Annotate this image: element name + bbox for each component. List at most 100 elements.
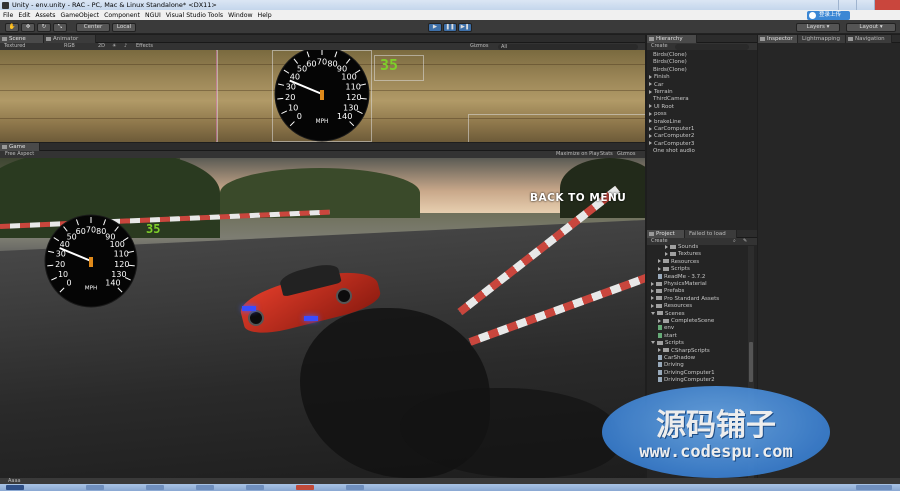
expand-arrow-icon[interactable] xyxy=(649,119,652,124)
expand-arrow-icon[interactable] xyxy=(649,89,652,94)
rotate-tool-icon[interactable]: ↻ xyxy=(37,23,51,32)
tab-scene[interactable]: Scene xyxy=(0,35,44,43)
menu-ngui[interactable]: NGUI xyxy=(145,12,161,19)
hierarchy-item[interactable]: One shot audio xyxy=(653,148,695,154)
expand-arrow-icon[interactable] xyxy=(658,348,661,353)
expand-arrow-icon[interactable] xyxy=(651,311,655,315)
project-item[interactable]: Resources xyxy=(651,303,692,309)
expand-arrow-icon[interactable] xyxy=(649,133,652,138)
expand-arrow-icon[interactable] xyxy=(649,104,652,109)
menu-edit[interactable]: Edit xyxy=(18,12,30,19)
menu-gameobject[interactable]: GameObject xyxy=(60,12,99,19)
menu-file[interactable]: File xyxy=(3,12,13,19)
filter-icon[interactable]: ✎ xyxy=(743,238,747,245)
expand-arrow-icon[interactable] xyxy=(651,281,654,286)
hand-tool-icon[interactable]: ✋ xyxy=(5,23,19,32)
hierarchy-item[interactable]: poss xyxy=(649,111,667,117)
menu-window[interactable]: Window xyxy=(228,12,252,19)
menu-visual-studio-tools[interactable]: Visual Studio Tools xyxy=(166,12,223,19)
project-item[interactable]: start xyxy=(658,332,677,339)
effects-dropdown[interactable]: Effects xyxy=(136,43,153,50)
back-to-menu-button[interactable]: BACK TO MENU xyxy=(530,192,626,204)
project-item[interactable]: Resources xyxy=(658,259,699,265)
hierarchy-item[interactable]: Finish xyxy=(649,74,670,80)
expand-arrow-icon[interactable] xyxy=(649,111,652,116)
lighting-toggle-icon[interactable]: ☀ xyxy=(112,43,116,50)
hierarchy-item[interactable]: CarComputer1 xyxy=(649,126,694,132)
taskbar-app[interactable] xyxy=(246,485,264,490)
scene-search-input[interactable]: All xyxy=(498,43,638,50)
hierarchy-create-dropdown[interactable]: Create xyxy=(651,43,668,50)
expand-arrow-icon[interactable] xyxy=(665,251,668,256)
project-item[interactable]: Driving xyxy=(658,362,684,368)
layers-dropdown[interactable]: Layers ▾ xyxy=(796,23,840,32)
hierarchy-item[interactable]: ThirdCamera xyxy=(653,96,689,102)
scale-tool-icon[interactable]: ⤡ xyxy=(53,23,67,32)
hierarchy-item[interactable]: Car xyxy=(649,82,663,88)
pause-button-icon[interactable]: ❚❚ xyxy=(443,23,457,32)
tab-inspector[interactable]: Inspector xyxy=(758,35,798,43)
project-item[interactable]: ReadMe - 3.7.2 xyxy=(658,273,705,280)
expand-arrow-icon[interactable] xyxy=(651,288,654,293)
maximize-button[interactable] xyxy=(856,0,874,10)
hierarchy-search-input[interactable] xyxy=(675,43,749,50)
project-item[interactable]: CompleteScene xyxy=(658,318,714,324)
taskbar-app[interactable] xyxy=(146,485,164,490)
project-item[interactable]: Pro Standard Assets xyxy=(651,296,719,302)
game-gizmos-dropdown[interactable]: Gizmos xyxy=(617,151,635,158)
hierarchy-item[interactable]: CarComputer3 xyxy=(649,141,694,147)
aspect-dropdown[interactable]: Free Aspect xyxy=(5,151,34,158)
project-item[interactable]: Scripts xyxy=(651,340,684,346)
project-item[interactable]: Scenes xyxy=(651,311,685,317)
project-item[interactable]: DrivingComputer1 xyxy=(658,369,715,376)
hierarchy-item[interactable]: Birds(Clone) xyxy=(653,52,687,58)
expand-arrow-icon[interactable] xyxy=(651,296,654,301)
menu-help[interactable]: Help xyxy=(258,12,272,19)
project-item[interactable]: CSharpScripts xyxy=(658,348,710,354)
project-item[interactable]: Sounds xyxy=(665,244,698,250)
expand-arrow-icon[interactable] xyxy=(651,341,655,345)
tab-lightmapping[interactable]: Lightmapping xyxy=(798,35,846,43)
close-button[interactable] xyxy=(874,0,900,10)
layout-dropdown[interactable]: Layout ▾ xyxy=(846,23,896,32)
expand-arrow-icon[interactable] xyxy=(649,82,652,87)
hierarchy-item[interactable]: Terrain xyxy=(649,89,673,95)
project-item[interactable]: CarShadow xyxy=(658,355,695,361)
project-item[interactable]: Textures xyxy=(665,251,701,257)
login-upload-button[interactable]: 登录上传 xyxy=(806,11,850,20)
hierarchy-item[interactable]: UI Root xyxy=(649,104,674,110)
expand-arrow-icon[interactable] xyxy=(658,318,661,323)
project-item[interactable]: DrivingComputer2 xyxy=(658,377,715,383)
pivot-center-toggle[interactable]: Center xyxy=(76,23,110,32)
tab-project[interactable]: Project xyxy=(647,230,685,238)
expand-arrow-icon[interactable] xyxy=(658,266,661,271)
taskbar-app[interactable] xyxy=(86,485,104,490)
pivot-local-toggle[interactable]: Local xyxy=(112,23,136,32)
expand-arrow-icon[interactable] xyxy=(649,126,652,131)
menu-component[interactable]: Component xyxy=(104,12,140,19)
move-tool-icon[interactable]: ✥ xyxy=(21,23,35,32)
tab-failed-to-load[interactable]: Failed to load xyxy=(685,230,737,238)
audio-toggle-icon[interactable]: ♪ xyxy=(124,43,127,50)
expand-arrow-icon[interactable] xyxy=(658,259,661,264)
gizmos-dropdown[interactable]: Gizmos xyxy=(470,43,488,50)
tab-hierarchy[interactable]: Hierarchy xyxy=(647,35,697,43)
taskbar-app[interactable] xyxy=(296,485,314,490)
project-item[interactable]: env xyxy=(658,325,674,331)
project-item[interactable]: Scripts xyxy=(658,266,690,272)
tab-animator[interactable]: Animator xyxy=(44,35,96,43)
hierarchy-item[interactable]: Birds(Clone) xyxy=(653,59,687,65)
shading-mode-dropdown[interactable]: Textured xyxy=(4,43,25,50)
expand-arrow-icon[interactable] xyxy=(665,244,668,249)
hierarchy-item[interactable]: brakeLine xyxy=(649,119,681,125)
rgb-dropdown[interactable]: RGB xyxy=(64,43,75,50)
tab-navigation[interactable]: Navigation xyxy=(846,35,892,43)
expand-arrow-icon[interactable] xyxy=(651,303,654,308)
stats-toggle[interactable]: Stats xyxy=(600,151,613,158)
play-button-icon[interactable]: ▶ xyxy=(428,23,442,32)
hierarchy-item[interactable]: Birds(Clone) xyxy=(653,67,687,73)
search-icon[interactable]: ⌕ xyxy=(733,238,736,245)
maximize-on-play-toggle[interactable]: Maximize on Play xyxy=(556,151,600,158)
tab-game[interactable]: Game xyxy=(0,143,40,151)
menu-assets[interactable]: Assets xyxy=(35,12,55,19)
